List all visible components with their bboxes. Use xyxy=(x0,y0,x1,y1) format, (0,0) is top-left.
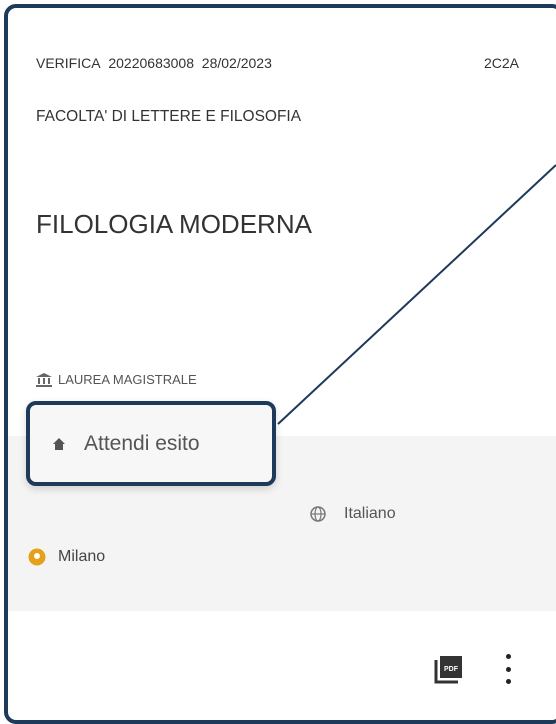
home-icon xyxy=(53,437,65,450)
verification-number: 20220683008 xyxy=(108,55,195,71)
exam-card: VERIFICA 20220683008 28/02/2023 2C2A FAC… xyxy=(4,4,556,724)
language-info: Italiano xyxy=(310,505,396,523)
language-label: Italiano xyxy=(344,505,396,522)
degree-label: LAUREA MAGISTRALE xyxy=(58,372,197,387)
more-vertical-icon[interactable] xyxy=(504,654,512,684)
city-label: Milano xyxy=(58,548,106,565)
svg-text:PDF: PDF xyxy=(444,666,459,673)
status-label: Attendi esito xyxy=(84,431,200,455)
course-title: FILOLOGIA MODERNA xyxy=(36,209,312,239)
verification-line: VERIFICA 20220683008 28/02/2023 xyxy=(36,55,272,71)
status-badge: Attendi esito xyxy=(26,401,276,486)
verification-label: VERIFICA xyxy=(36,55,101,71)
pdf-icon[interactable]: PDF xyxy=(434,654,464,684)
verification-date: 28/02/2023 xyxy=(201,55,272,71)
location-info: Milano xyxy=(28,548,105,566)
institution-icon xyxy=(36,372,52,387)
card-actions: PDF xyxy=(434,654,512,684)
faculty-name: FACOLTA' DI LETTERE E FILOSOFIA xyxy=(36,108,302,125)
degree-type: LAUREA MAGISTRALE xyxy=(36,372,197,387)
class-code: 2C2A xyxy=(484,55,520,71)
globe-icon xyxy=(310,506,326,522)
location-pin-icon xyxy=(28,548,46,566)
